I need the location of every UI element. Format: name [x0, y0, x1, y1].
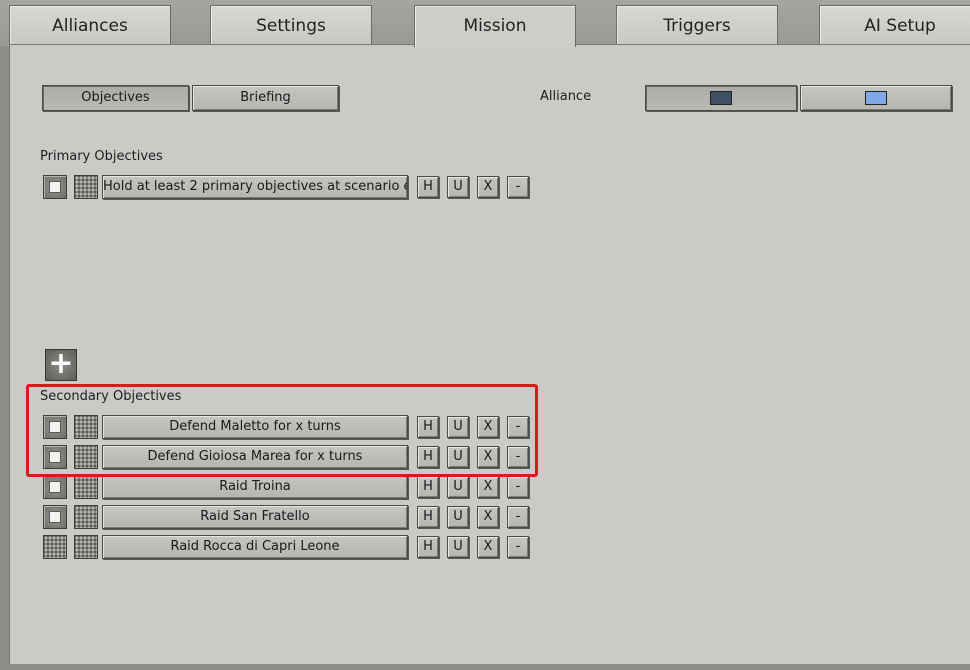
checkbox-square [49, 511, 61, 523]
secondary-objectives-heading: Secondary Objectives [40, 389, 182, 404]
add-objective-button[interactable]: + [45, 349, 77, 381]
objective-checkbox-disabled[interactable] [43, 535, 67, 559]
objective-name[interactable]: Defend Maletto for x turns [102, 415, 408, 439]
objective-name[interactable]: Hold at least 2 primary objectives at sc… [102, 175, 408, 199]
objective-u-button[interactable]: U [447, 476, 469, 498]
objective-u-button[interactable]: U [447, 176, 469, 198]
objective-h-button[interactable]: H [417, 536, 439, 558]
objective-checkbox[interactable] [43, 505, 67, 529]
tab-ai-setup[interactable]: AI Setup [819, 5, 970, 45]
objective-x-button[interactable]: X [477, 476, 499, 498]
objective-remove-button[interactable]: - [507, 446, 529, 468]
objective-type-icon[interactable] [74, 535, 98, 559]
objective-h-button[interactable]: H [417, 416, 439, 438]
plus-icon: + [48, 346, 74, 381]
alliance-1-color-swatch [710, 91, 732, 105]
checkbox-square [49, 451, 61, 463]
objective-x-button[interactable]: X [477, 536, 499, 558]
alliance-label: Alliance [540, 89, 592, 104]
tab-mission[interactable]: Mission [414, 5, 576, 47]
objective-type-icon[interactable] [74, 415, 98, 439]
objective-u-button[interactable]: U [447, 416, 469, 438]
objective-remove-button[interactable]: - [507, 416, 529, 438]
objective-type-icon[interactable] [74, 505, 98, 529]
tab-triggers[interactable]: Triggers [616, 5, 778, 45]
objective-checkbox[interactable] [43, 445, 67, 469]
alliance-2-button[interactable] [800, 85, 952, 111]
objective-checkbox[interactable] [43, 175, 67, 199]
objective-type-icon[interactable] [74, 175, 98, 199]
objective-remove-button[interactable]: - [507, 536, 529, 558]
primary-objectives-heading: Primary Objectives [40, 149, 163, 164]
alliance-1-button[interactable] [645, 85, 797, 111]
tab-settings[interactable]: Settings [210, 5, 372, 45]
tab-alliances[interactable]: Alliances [9, 5, 171, 45]
objective-remove-button[interactable]: - [507, 176, 529, 198]
objective-h-button[interactable]: H [417, 506, 439, 528]
objective-name[interactable]: Raid Troina [102, 475, 408, 499]
objective-u-button[interactable]: U [447, 446, 469, 468]
objective-type-icon[interactable] [74, 445, 98, 469]
objective-name[interactable]: Raid San Fratello [102, 505, 408, 529]
objective-u-button[interactable]: U [447, 506, 469, 528]
objective-name[interactable]: Raid Rocca di Capri Leone [102, 535, 408, 559]
checkbox-square [49, 481, 61, 493]
objective-h-button[interactable]: H [417, 176, 439, 198]
objective-x-button[interactable]: X [477, 506, 499, 528]
objective-u-button[interactable]: U [447, 536, 469, 558]
objectives-button[interactable]: Objectives [42, 85, 189, 111]
alliance-2-color-swatch [865, 91, 887, 105]
objective-type-icon[interactable] [74, 475, 98, 499]
briefing-button[interactable]: Briefing [192, 85, 339, 111]
objective-remove-button[interactable]: - [507, 506, 529, 528]
objective-remove-button[interactable]: - [507, 476, 529, 498]
checkbox-square [49, 181, 61, 193]
objective-name[interactable]: Defend Gioiosa Marea for x turns [102, 445, 408, 469]
objective-h-button[interactable]: H [417, 476, 439, 498]
objective-x-button[interactable]: X [477, 416, 499, 438]
checkbox-square [49, 421, 61, 433]
mission-panel: Objectives Briefing Alliance Primary Obj… [9, 44, 970, 664]
objective-x-button[interactable]: X [477, 176, 499, 198]
objective-checkbox[interactable] [43, 475, 67, 499]
objective-x-button[interactable]: X [477, 446, 499, 468]
objective-checkbox[interactable] [43, 415, 67, 439]
tab-bar: Alliances Settings Mission Triggers AI S… [0, 0, 970, 47]
objective-h-button[interactable]: H [417, 446, 439, 468]
